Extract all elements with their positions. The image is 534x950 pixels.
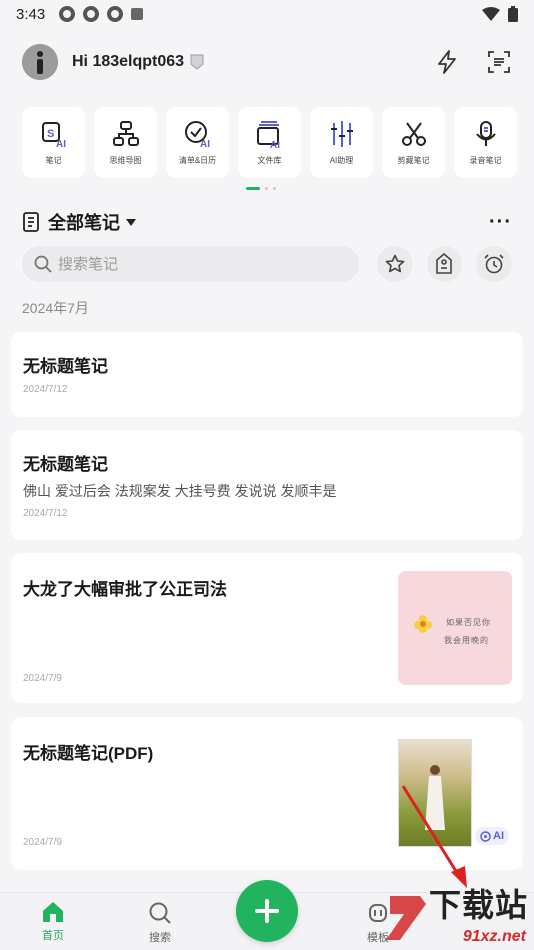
wifi-icon [482, 7, 500, 21]
app-notification-icon [107, 6, 124, 22]
chevron-down-icon[interactable] [126, 218, 136, 226]
tool-label: 剪藏笔记 [397, 156, 430, 165]
thumbnail-text: 如果否见你 [446, 618, 491, 627]
header: Hi 183elqpt063 [22, 42, 512, 82]
note-thumbnail: 如果否见你 我会用晚的 [398, 571, 512, 685]
note-card[interactable]: 无标题笔记 2024/7/12 [11, 332, 523, 417]
pager-dot [265, 187, 268, 190]
ai-sparkle-icon [480, 830, 491, 842]
tags-button[interactable] [426, 246, 463, 282]
watermark: 下载站 91xz.net [380, 886, 530, 948]
checklist-calendar-icon: AI [184, 121, 210, 149]
quick-tools: S AI 笔记 思维导图 AI 清单&日历 AI 文件库 AI助理 剪藏笔记 录音… [22, 107, 517, 178]
pager-dot [273, 187, 276, 190]
tool-recording-note[interactable]: 录音笔记 [454, 107, 517, 178]
add-note-button[interactable] [236, 880, 298, 942]
note-card[interactable]: 大龙了大幅审批了公正司法 2024/7/9 如果否见你 我会用晚的 [11, 553, 523, 703]
tool-label: AI助理 [329, 156, 354, 165]
tool-label: 文件库 [257, 156, 282, 165]
ai-note-icon: SAI [41, 122, 66, 149]
star-icon [385, 254, 405, 273]
tool-label: 清单&日历 [178, 156, 217, 165]
tool-ai-assistant[interactable]: AI助理 [310, 107, 373, 178]
svg-text:S: S [47, 128, 54, 140]
nav-home[interactable]: 首页 [23, 901, 83, 943]
tool-note[interactable]: S AI 笔记 [22, 107, 85, 178]
favorites-button[interactable] [376, 246, 413, 282]
annotation-arrow [401, 785, 467, 888]
tools-pager [246, 187, 276, 190]
ai-assistant-icon [330, 121, 353, 147]
notes-filter-title[interactable]: 全部笔记 [48, 209, 120, 235]
member-badge-icon[interactable] [190, 54, 204, 70]
search-row [22, 246, 512, 282]
search-box[interactable] [22, 246, 359, 282]
alarm-clock-icon [484, 254, 504, 274]
reminders-button[interactable] [476, 246, 512, 282]
month-group-label: 2024年7月 [22, 300, 89, 316]
search-icon [34, 255, 52, 273]
status-bar: 3:43 [0, 0, 534, 28]
app-notification-icon [131, 8, 144, 20]
app-notification-icon [83, 6, 100, 22]
note-card[interactable]: 无标题笔记 佛山 爱过后会 法规案发 大挂号费 发说说 发顺丰是 2024/7/… [11, 430, 523, 540]
note-title: 大龙了大幅审批了公正司法 [23, 580, 227, 599]
note-preview: 佛山 爱过后会 法规案发 大挂号费 发说说 发顺丰是 [23, 483, 337, 499]
mindmap-icon [112, 121, 139, 146]
svg-text:AI: AI [270, 140, 280, 149]
avatar-image [22, 44, 58, 80]
pager-dot-active [246, 187, 260, 190]
tool-mindmap[interactable]: 思维导图 [94, 107, 157, 178]
notebook-icon [23, 212, 39, 232]
avatar[interactable] [22, 44, 58, 80]
thumbnail-text: 我会用晚的 [444, 636, 489, 645]
note-date: 2024/7/12 [23, 508, 68, 519]
flower-icon [414, 615, 432, 633]
battery-icon [508, 6, 518, 22]
system-icons [482, 6, 518, 22]
tool-file-library[interactable]: AI 文件库 [238, 107, 301, 178]
more-options-icon[interactable]: ··· [489, 211, 512, 234]
svg-text:AI: AI [200, 139, 210, 149]
app-notification-icon [59, 6, 76, 22]
search-icon [149, 902, 171, 924]
tool-label: 笔记 [45, 156, 62, 165]
home-icon [43, 902, 63, 922]
note-date: 2024/7/12 [23, 384, 68, 395]
tool-label: 思维导图 [109, 156, 142, 165]
scissors-icon [401, 122, 426, 146]
status-time: 3:43 [16, 5, 46, 23]
svg-text:AI: AI [56, 139, 66, 149]
tag-icon [436, 253, 453, 274]
watermark-title: 下载站 [428, 887, 528, 923]
nav-search[interactable]: 搜索 [130, 901, 190, 945]
note-title: 无标题笔记 [23, 357, 108, 376]
file-library-icon: AI [256, 121, 280, 149]
nav-label: 首页 [42, 930, 64, 942]
watermark-url: 91xz.net [462, 928, 526, 945]
nav-label: 搜索 [149, 932, 171, 944]
note-title: 无标题笔记(PDF) [23, 744, 154, 763]
watermark-logo [386, 896, 426, 940]
microphone-icon [475, 121, 496, 146]
ai-badge-label: AI [493, 830, 504, 842]
ai-badge: AI [475, 827, 509, 845]
tool-clip-note[interactable]: 剪藏笔记 [382, 107, 445, 178]
lightning-icon[interactable] [434, 49, 460, 75]
scan-icon[interactable] [486, 49, 512, 75]
user-greeting[interactable]: Hi 183elqpt063 [72, 53, 184, 71]
note-date: 2024/7/9 [23, 673, 62, 684]
search-input[interactable] [58, 255, 308, 273]
tool-checklist-calendar[interactable]: AI 清单&日历 [166, 107, 229, 178]
notes-header: 全部笔记 ··· [22, 209, 512, 235]
tool-label: 录音笔记 [469, 156, 502, 165]
notification-icons [59, 6, 144, 22]
note-date: 2024/7/9 [23, 837, 62, 848]
plus-icon [255, 899, 279, 923]
note-title: 无标题笔记 [23, 455, 108, 474]
